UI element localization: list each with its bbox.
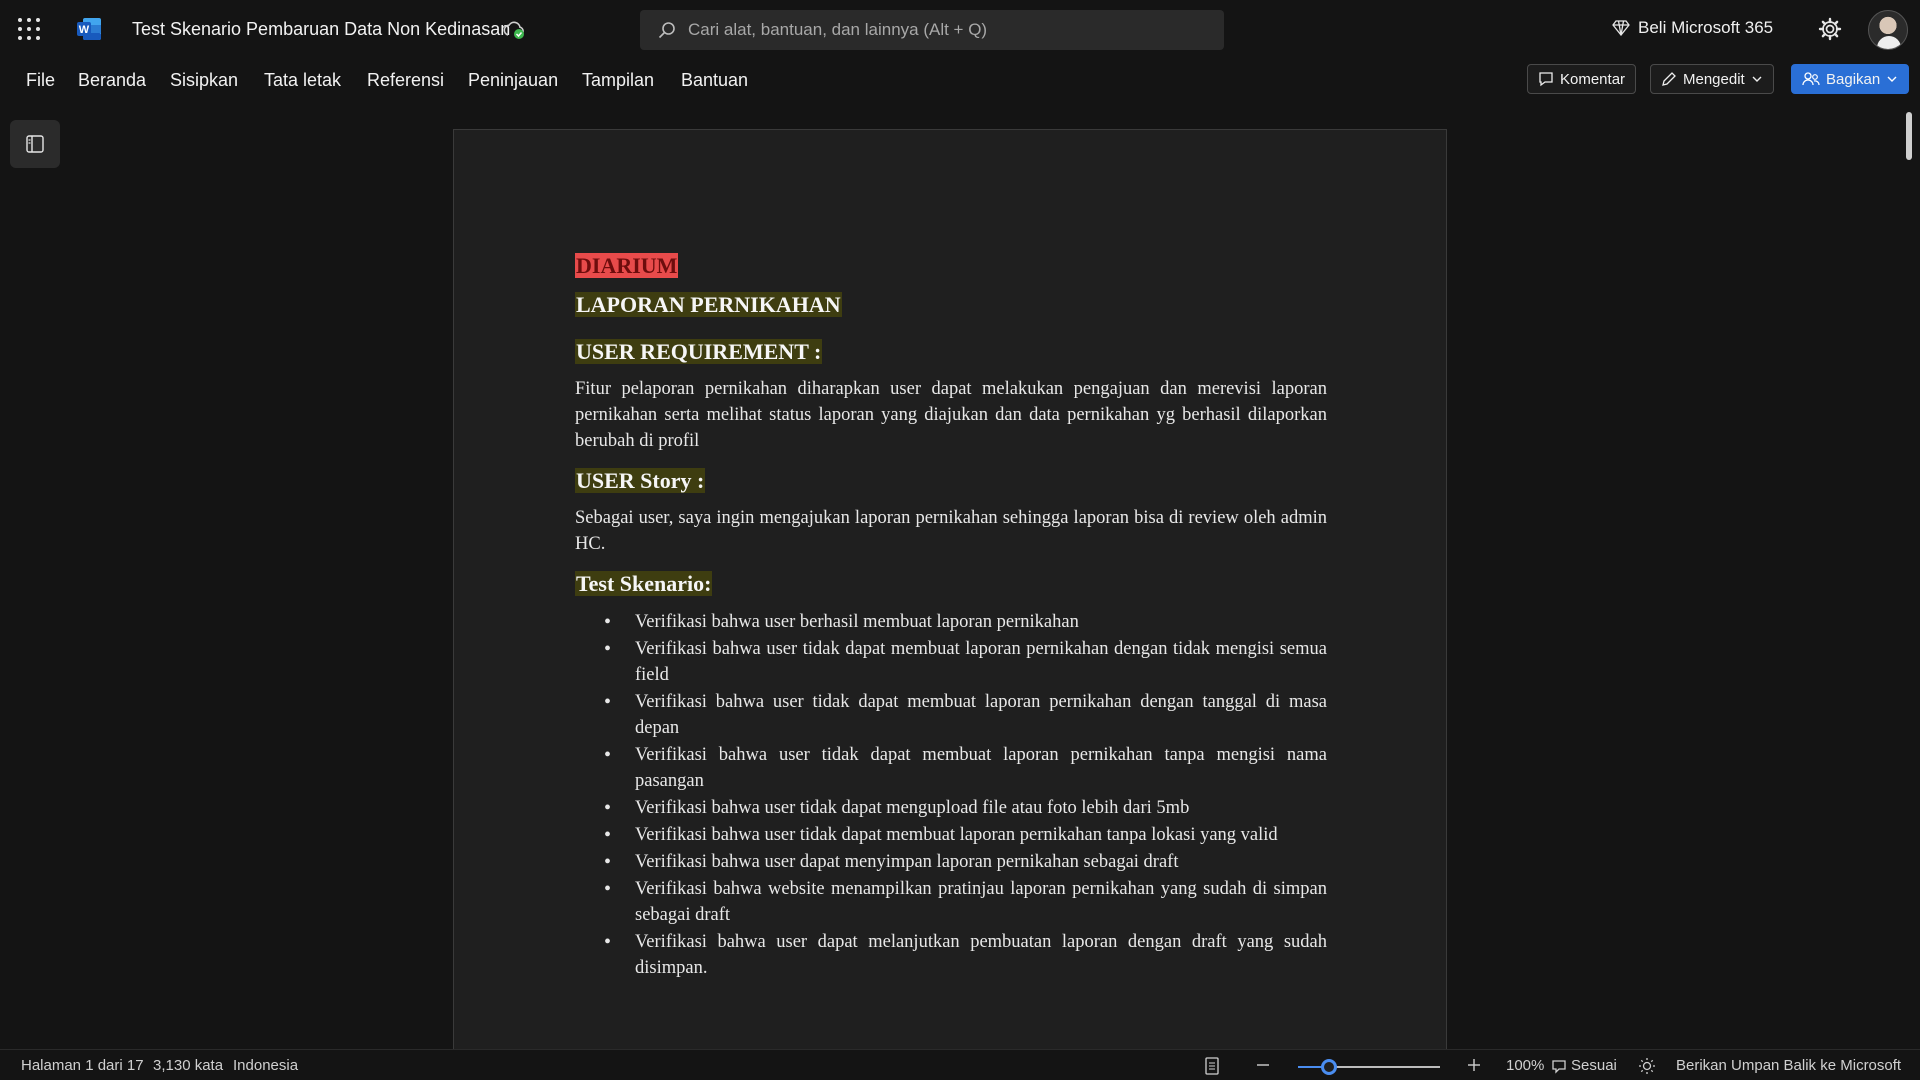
pencil-icon — [1662, 72, 1676, 86]
zoom-slider[interactable] — [1298, 1059, 1440, 1075]
tab-tampilan[interactable]: Tampilan — [582, 70, 654, 91]
comment-icon — [1539, 72, 1553, 87]
editing-mode-button[interactable]: Mengedit — [1650, 64, 1774, 94]
diamond-icon — [1612, 20, 1630, 36]
fit-icon[interactable] — [1551, 1058, 1567, 1074]
zoom-in-icon[interactable] — [1467, 1058, 1481, 1072]
document-title[interactable]: Test Skenario Pembaruan Data Non Kedinas… — [132, 19, 510, 40]
list-item: Verifikasi bahwa user tidak dapat mengup… — [604, 795, 1327, 821]
list-item: Verifikasi bahwa user berhasil membuat l… — [604, 609, 1327, 635]
tab-bantuan[interactable]: Bantuan — [681, 70, 748, 91]
list-item: Verifikasi bahwa user tidak dapat membua… — [604, 689, 1327, 741]
fit-label[interactable]: Sesuai — [1571, 1057, 1617, 1074]
buy-label: Beli Microsoft 365 — [1638, 18, 1774, 37]
page-count[interactable]: Halaman 1 dari 17 — [21, 1057, 144, 1074]
search-input[interactable] — [688, 20, 1188, 40]
language[interactable]: Indonesia — [233, 1057, 298, 1074]
list-item: Verifikasi bahwa user tidak dapat membua… — [604, 742, 1327, 794]
nav-pane-icon — [26, 135, 44, 153]
word-count[interactable]: 3,130 kata — [153, 1057, 223, 1074]
chevron-down-icon — [1887, 76, 1897, 82]
share-label: Bagikan — [1826, 70, 1881, 88]
vertical-scrollbar[interactable] — [1906, 112, 1912, 160]
document-body[interactable]: DIARIUM LAPORAN PERNIKAHAN USER REQUIREM… — [575, 251, 1327, 982]
test-scenario-list: Verifikasi bahwa user berhasil membuat l… — [604, 609, 1327, 981]
brightness-icon[interactable] — [1638, 1057, 1656, 1075]
editing-label: Mengedit — [1683, 70, 1745, 88]
zoom-slider-thumb[interactable] — [1321, 1059, 1338, 1075]
navigation-pane-button[interactable] — [10, 120, 60, 168]
user-story-text: Sebagai user, saya ingin mengajukan lapo… — [575, 508, 1327, 554]
tab-sisipkan[interactable]: Sisipkan — [170, 70, 238, 91]
user-requirement-text: Fitur pelaporan pernikahan diharapkan us… — [575, 379, 1327, 451]
share-button[interactable]: Bagikan — [1791, 64, 1910, 94]
share-people-icon — [1802, 72, 1820, 86]
user-story-heading: USER Story : — [575, 468, 706, 493]
gear-icon[interactable] — [1818, 17, 1842, 41]
test-scenario-heading: Test Skenario: — [575, 571, 713, 596]
saved-cloud-icon[interactable] — [502, 20, 526, 40]
svg-text:W: W — [79, 24, 90, 36]
zoom-level[interactable]: 100% — [1506, 1057, 1544, 1074]
comment-label: Komentar — [1560, 70, 1626, 88]
zoom-out-icon[interactable] — [1256, 1058, 1270, 1072]
status-bar: Halaman 1 dari 17 3,130 kata Indonesia 1… — [0, 1049, 1920, 1080]
app-launcher-icon[interactable] — [18, 18, 40, 40]
user-requirement-heading: USER REQUIREMENT : — [575, 339, 823, 364]
list-item: Verifikasi bahwa user tidak dapat membua… — [604, 822, 1327, 848]
tab-peninjauan[interactable]: Peninjauan — [468, 70, 558, 91]
list-item: Verifikasi bahwa user tidak dapat membua… — [604, 636, 1327, 688]
search-icon — [658, 22, 675, 39]
search-box[interactable] — [640, 10, 1224, 50]
avatar[interactable] — [1868, 10, 1908, 50]
buy-microsoft-365-link[interactable]: Beli Microsoft 365 — [1612, 18, 1773, 38]
list-item: Verifikasi bahwa user dapat menyimpan la… — [604, 849, 1327, 875]
report-title: LAPORAN PERNIKAHAN — [575, 292, 842, 317]
title-bar: W Test Skenario Pembaruan Data Non Kedin… — [0, 0, 1920, 60]
chevron-down-icon — [1752, 76, 1762, 82]
tab-tata-letak[interactable]: Tata letak — [264, 70, 341, 91]
feedback-link[interactable]: Berikan Umpan Balik ke Microsoft — [1676, 1057, 1901, 1074]
tab-file[interactable]: File — [26, 70, 55, 91]
page-view-icon[interactable] — [1204, 1057, 1220, 1075]
comment-button[interactable]: Komentar — [1527, 64, 1637, 94]
word-logo-icon[interactable]: W — [76, 17, 102, 41]
document-page[interactable]: DIARIUM LAPORAN PERNIKAHAN USER REQUIREM… — [453, 129, 1447, 1050]
tab-beranda[interactable]: Beranda — [78, 70, 146, 91]
tab-referensi[interactable]: Referensi — [367, 70, 444, 91]
list-item: Verifikasi bahwa user dapat melanjutkan … — [604, 929, 1327, 981]
list-item: Verifikasi bahwa website menampilkan pra… — [604, 876, 1327, 928]
diarium-tag: DIARIUM — [575, 253, 679, 278]
